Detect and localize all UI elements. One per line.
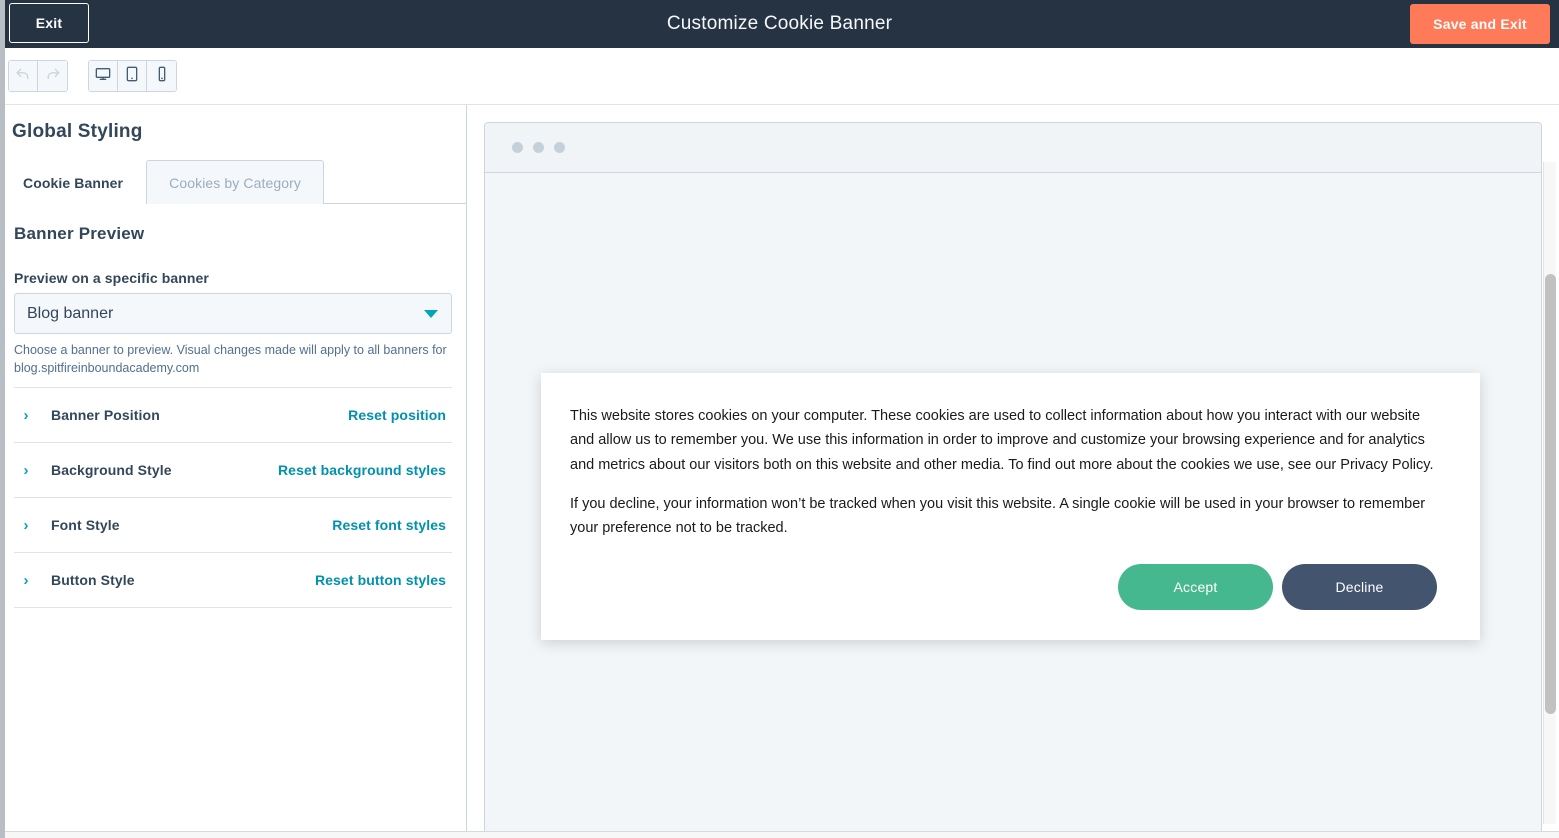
accordion-button-style-label: Button Style bbox=[51, 572, 135, 589]
redo-button[interactable] bbox=[38, 61, 67, 91]
mobile-icon bbox=[154, 66, 170, 87]
desktop-icon bbox=[95, 66, 111, 87]
exit-button[interactable]: Exit bbox=[9, 3, 89, 43]
tab-cookie-banner[interactable]: Cookie Banner bbox=[0, 160, 147, 204]
mobile-preview-button[interactable] bbox=[147, 61, 176, 91]
history-button-group bbox=[8, 60, 68, 92]
undo-button[interactable] bbox=[9, 61, 38, 91]
save-and-exit-label: Save and Exit bbox=[1433, 16, 1527, 32]
decline-cookies-button[interactable]: Decline bbox=[1282, 563, 1437, 610]
window-left-edge bbox=[0, 0, 5, 838]
reset-button-styles-link[interactable]: Reset button styles bbox=[315, 572, 452, 588]
save-and-exit-button[interactable]: Save and Exit bbox=[1410, 4, 1550, 44]
banner-preview-pane: This website stores cookies on your comp… bbox=[467, 105, 1559, 838]
preview-vertical-scrollbar-thumb[interactable] bbox=[1545, 274, 1556, 714]
chevron-right-icon: › bbox=[23, 571, 29, 589]
accordion-font-style-label: Font Style bbox=[51, 517, 120, 534]
exit-button-label: Exit bbox=[35, 15, 63, 31]
customize-cookie-banner-app: Exit Customize Cookie Banner Save and Ex… bbox=[0, 0, 1559, 838]
sidebar-title: Global Styling bbox=[12, 121, 143, 142]
preview-select-label: Preview on a specific banner bbox=[14, 270, 209, 286]
accept-cookies-button[interactable]: Accept bbox=[1118, 563, 1273, 610]
reset-position-link[interactable]: Reset position bbox=[348, 407, 452, 423]
editor-body: Global Styling Cookie Banner Cookies by … bbox=[0, 105, 1559, 838]
undo-icon bbox=[15, 65, 32, 87]
tab-cookie-banner-label: Cookie Banner bbox=[23, 175, 124, 191]
accordion-banner-position-label: Banner Position bbox=[51, 407, 160, 424]
preview-banner-select[interactable]: Blog banner bbox=[14, 293, 452, 334]
page-horizontal-scrollbar[interactable] bbox=[0, 831, 1559, 838]
accordion-button-style[interactable]: › Button Style Reset button styles bbox=[14, 553, 452, 609]
global-styling-sidebar: Global Styling Cookie Banner Cookies by … bbox=[0, 105, 467, 838]
cookie-banner-preview: This website stores cookies on your comp… bbox=[541, 373, 1480, 640]
accordion-background-style[interactable]: › Background Style Reset background styl… bbox=[14, 443, 452, 499]
chevron-right-icon: › bbox=[23, 406, 29, 424]
accept-cookies-label: Accept bbox=[1173, 578, 1218, 595]
chevron-right-icon: › bbox=[23, 516, 29, 534]
editor-toolbar bbox=[0, 48, 1559, 105]
tab-cookies-by-category-label: Cookies by Category bbox=[169, 175, 301, 191]
browser-dot-1-icon bbox=[512, 142, 523, 153]
device-preview-button-group bbox=[88, 60, 177, 92]
accordion-banner-position[interactable]: › Banner Position Reset position bbox=[14, 388, 452, 444]
chevron-right-icon: › bbox=[23, 461, 29, 479]
tablet-preview-button[interactable] bbox=[118, 61, 147, 91]
sidebar-content: Banner Preview Preview on a specific ban… bbox=[0, 204, 466, 838]
preview-helper-text: Choose a banner to preview. Visual chang… bbox=[14, 341, 452, 389]
banner-preview-heading: Banner Preview bbox=[14, 224, 145, 243]
browser-viewport: This website stores cookies on your comp… bbox=[485, 173, 1541, 837]
redo-icon bbox=[44, 65, 61, 87]
page-title: Customize Cookie Banner bbox=[666, 13, 893, 34]
reset-font-styles-link[interactable]: Reset font styles bbox=[332, 517, 452, 533]
browser-mockup-frame: This website stores cookies on your comp… bbox=[484, 122, 1542, 838]
sidebar-tabs: Cookie Banner Cookies by Category bbox=[0, 159, 466, 204]
cookie-banner-paragraph-2: If you decline, your information won’t b… bbox=[570, 496, 1426, 537]
cookie-banner-actions: Accept Decline bbox=[570, 563, 1437, 610]
accordion-background-style-label: Background Style bbox=[51, 462, 172, 479]
tab-cookies-by-category[interactable]: Cookies by Category bbox=[146, 160, 324, 204]
preview-banner-select-wrapper: Blog banner bbox=[14, 293, 452, 334]
top-header-bar: Exit Customize Cookie Banner Save and Ex… bbox=[0, 0, 1559, 48]
preview-vertical-scrollbar[interactable] bbox=[1543, 162, 1556, 824]
tablet-icon bbox=[124, 66, 140, 87]
decline-cookies-label: Decline bbox=[1335, 578, 1384, 595]
desktop-preview-button[interactable] bbox=[89, 61, 118, 91]
cookie-banner-paragraph-1: This website stores cookies on your comp… bbox=[570, 408, 1434, 473]
browser-chrome-bar bbox=[485, 123, 1541, 173]
preview-banner-select-value: Blog banner bbox=[27, 304, 114, 322]
browser-dot-2-icon bbox=[533, 142, 544, 153]
accordion-font-style[interactable]: › Font Style Reset font styles bbox=[14, 498, 452, 554]
reset-background-styles-link[interactable]: Reset background styles bbox=[278, 462, 452, 478]
browser-dot-3-icon bbox=[554, 142, 565, 153]
